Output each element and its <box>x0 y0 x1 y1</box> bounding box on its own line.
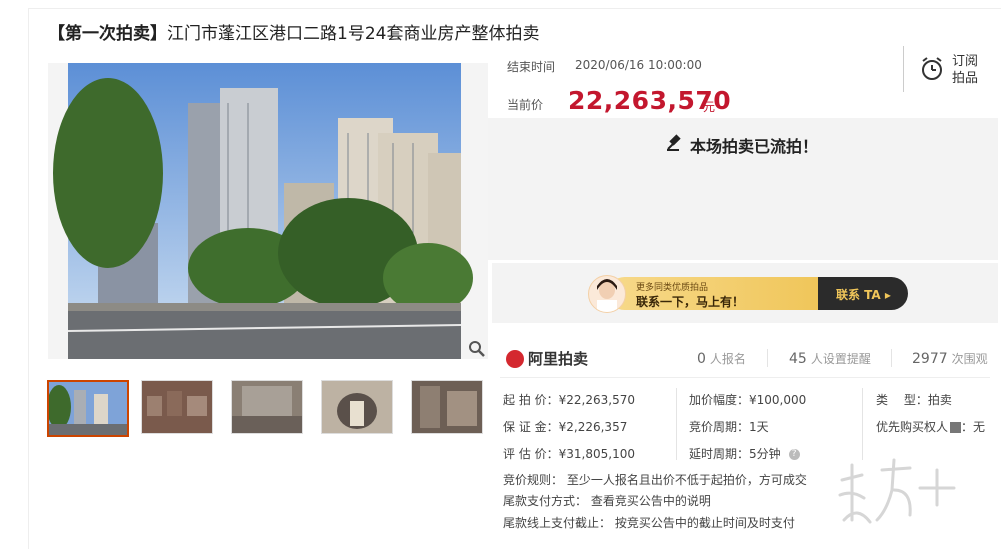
title-text: 江门市蓬江区港口二路1号24套商业房产整体拍卖 <box>167 24 540 44</box>
ali-auction-logo-icon <box>506 350 524 368</box>
subscribe-button[interactable]: 订阅 拍品 <box>903 46 984 92</box>
platform-name: 阿里拍卖 <box>528 350 589 368</box>
zoom-icon[interactable] <box>468 340 486 358</box>
divider <box>891 349 892 367</box>
info-icon <box>950 422 962 433</box>
price-label: 当前价 <box>507 98 544 112</box>
subscribe-label: 订阅 拍品 <box>952 54 979 86</box>
bidding-rule: 竞价规则： 至少一人报名且出价不低于起拍价，方可成交 <box>503 473 807 487</box>
start-price: 起 拍 价：¥22,263,570 <box>503 393 635 407</box>
deposit: 保 证 金：¥2,226,357 <box>503 420 628 434</box>
stat-registrations: 0 人报名 <box>697 351 746 367</box>
end-time-value: 2020/06/16 10:00:00 <box>575 58 702 72</box>
contact-button[interactable]: 联系 TA ▸ <box>836 286 891 303</box>
stat-views: 2977 次围观 <box>912 351 988 367</box>
payment-deadline: 尾款线上支付截止： 按竞买公告中的截止时间及时支付 <box>503 516 795 530</box>
lot-tag: 【第一次拍卖】 <box>48 24 167 44</box>
thumbnail[interactable] <box>141 380 213 434</box>
main-photo[interactable] <box>48 63 488 359</box>
divider <box>767 349 768 367</box>
divider <box>500 377 990 378</box>
payment-method: 尾款支付方式： 查看竞买公告中的说明 <box>503 494 711 508</box>
auction-type: 类 型：拍卖 <box>876 393 952 407</box>
bid-increment: 加价幅度：¥100,000 <box>689 393 807 407</box>
alarm-clock-icon <box>919 56 945 86</box>
avatar <box>588 275 626 313</box>
priority-buyer: 优先购买权人 ：无 <box>876 420 986 434</box>
contact-promo-banner[interactable]: 更多同类优质拍品 联系一下，马上有！ 联系 TA ▸ <box>588 275 908 313</box>
stat-reminders: 45 人设置提醒 <box>789 351 871 367</box>
bidding-cycle: 竞价周期：1天 <box>689 420 769 434</box>
thumbnail[interactable] <box>231 380 303 434</box>
appraisal-price: 评 估 价：¥31,805,100 <box>503 447 635 461</box>
currency-unit: 元 <box>703 100 716 114</box>
page-title: 【第一次拍卖】江门市蓬江区港口二路1号24套商业房产整体拍卖 <box>48 19 539 44</box>
auction-status: 本场拍卖已流拍！ <box>690 137 819 156</box>
watermark-logo <box>832 450 972 530</box>
promo-line-1: 更多同类优质拍品 <box>636 283 709 293</box>
thumbnail[interactable] <box>321 380 393 434</box>
delay-cycle: 延时周期：5分钟? <box>689 445 800 462</box>
divider <box>676 388 677 460</box>
promo-line-2: 联系一下，马上有！ <box>636 295 745 309</box>
gavel-icon <box>665 133 685 157</box>
end-time-label: 结束时间 <box>507 60 556 74</box>
help-icon[interactable]: ? <box>788 449 800 460</box>
thumbnail[interactable] <box>411 380 483 434</box>
thumbnail[interactable] <box>47 380 129 437</box>
